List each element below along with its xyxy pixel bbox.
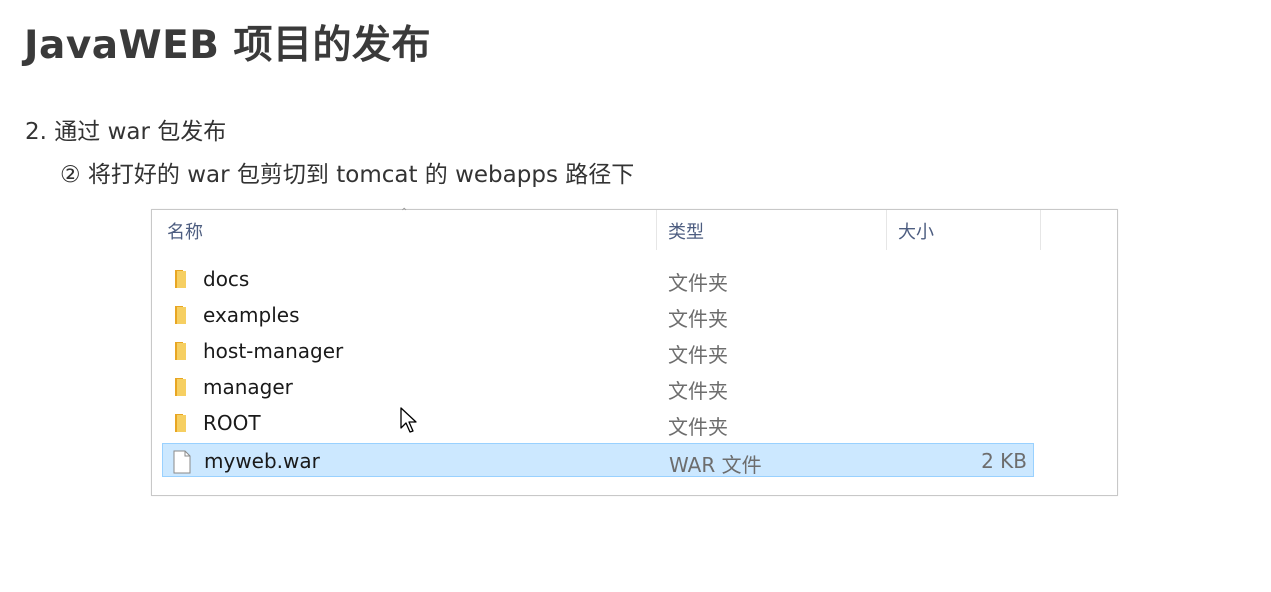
file-type: 文件夹 xyxy=(668,343,728,367)
file-type: 文件夹 xyxy=(668,415,728,439)
file-name: docs xyxy=(203,267,250,291)
column-header-type[interactable]: 类型 xyxy=(668,218,704,243)
file-type: WAR 文件 xyxy=(669,453,762,477)
file-type: 文件夹 xyxy=(668,271,728,295)
step-description: ② 将打好的 war 包剪切到 tomcat 的 webapps 路径下 xyxy=(60,162,635,188)
folder-icon xyxy=(171,304,191,326)
column-divider[interactable] xyxy=(886,210,887,250)
column-divider[interactable] xyxy=(656,210,657,250)
folder-icon xyxy=(171,376,191,398)
folder-icon xyxy=(171,412,191,434)
file-name: myweb.war xyxy=(204,449,320,473)
file-row[interactable]: ROOT 文件夹 xyxy=(162,406,1034,440)
file-name: examples xyxy=(203,303,300,327)
file-name: manager xyxy=(203,375,293,399)
column-header-name[interactable]: 名称 xyxy=(167,218,203,243)
file-row[interactable]: host-manager 文件夹 xyxy=(162,334,1034,368)
file-row[interactable]: examples 文件夹 xyxy=(162,298,1034,332)
sort-arrow-icon[interactable]: ⌃ xyxy=(400,207,408,218)
page-title: JavaWEB 项目的发布 xyxy=(24,23,432,68)
file-explorer-list: ⌃ 名称 类型 大小 docs 文件夹 examples 文件夹 host-ma… xyxy=(151,207,1118,496)
file-icon xyxy=(172,450,192,474)
file-row[interactable]: manager 文件夹 xyxy=(162,370,1034,404)
file-row[interactable]: docs 文件夹 xyxy=(162,262,1034,296)
column-header-size[interactable]: 大小 xyxy=(898,218,934,243)
step-heading: 2. 通过 war 包发布 xyxy=(25,119,227,145)
file-name: host-manager xyxy=(203,339,344,363)
column-divider[interactable] xyxy=(1040,210,1041,250)
file-size: 2 KB xyxy=(981,449,1027,473)
file-row-selected[interactable]: myweb.war WAR 文件 2 KB xyxy=(162,443,1034,477)
folder-icon xyxy=(171,268,191,290)
file-type: 文件夹 xyxy=(668,307,728,331)
file-type: 文件夹 xyxy=(668,379,728,403)
mouse-cursor-icon xyxy=(400,407,418,435)
file-name: ROOT xyxy=(203,411,261,435)
folder-icon xyxy=(171,340,191,362)
